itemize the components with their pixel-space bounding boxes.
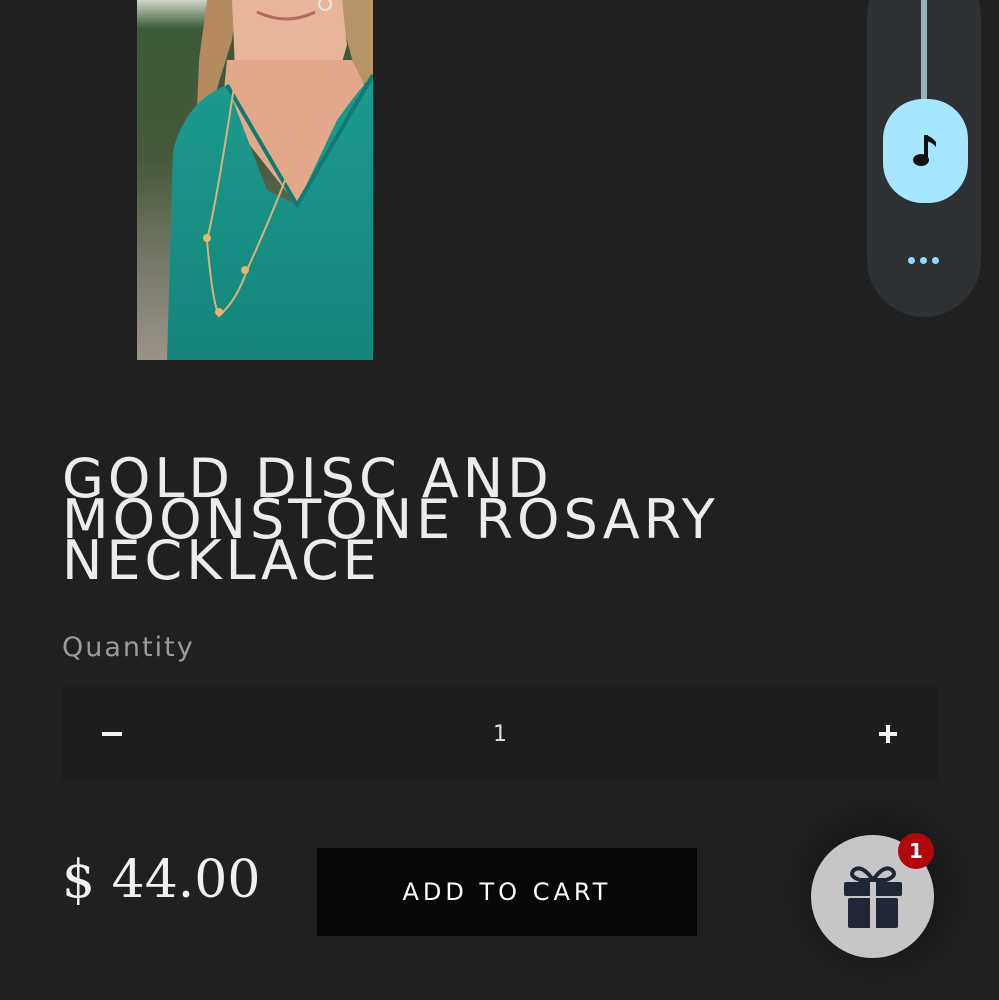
minus-icon — [102, 732, 122, 736]
quantity-decrease-button[interactable] — [62, 686, 162, 782]
product-photo — [137, 0, 373, 360]
music-play-button[interactable] — [883, 99, 968, 203]
product-price: $ 44.00 — [62, 850, 261, 910]
add-to-cart-button[interactable]: ADD TO CART — [317, 848, 697, 936]
quantity-increase-button[interactable] — [838, 686, 938, 782]
product-title: GOLD DISC AND MOONSTONE ROSARY NECKLACE — [62, 447, 719, 592]
gift-icon — [843, 865, 902, 928]
more-dots-icon[interactable] — [905, 251, 941, 269]
music-note-icon — [912, 135, 936, 166]
music-widget — [867, 0, 981, 317]
quantity-label: Quantity — [62, 632, 195, 663]
product-image[interactable] — [137, 0, 373, 360]
quantity-stepper: 1 — [62, 686, 938, 782]
quantity-input[interactable]: 1 — [162, 686, 838, 782]
gift-notification-badge: 1 — [898, 833, 934, 869]
plus-icon — [879, 725, 897, 743]
music-track[interactable] — [921, 0, 927, 110]
